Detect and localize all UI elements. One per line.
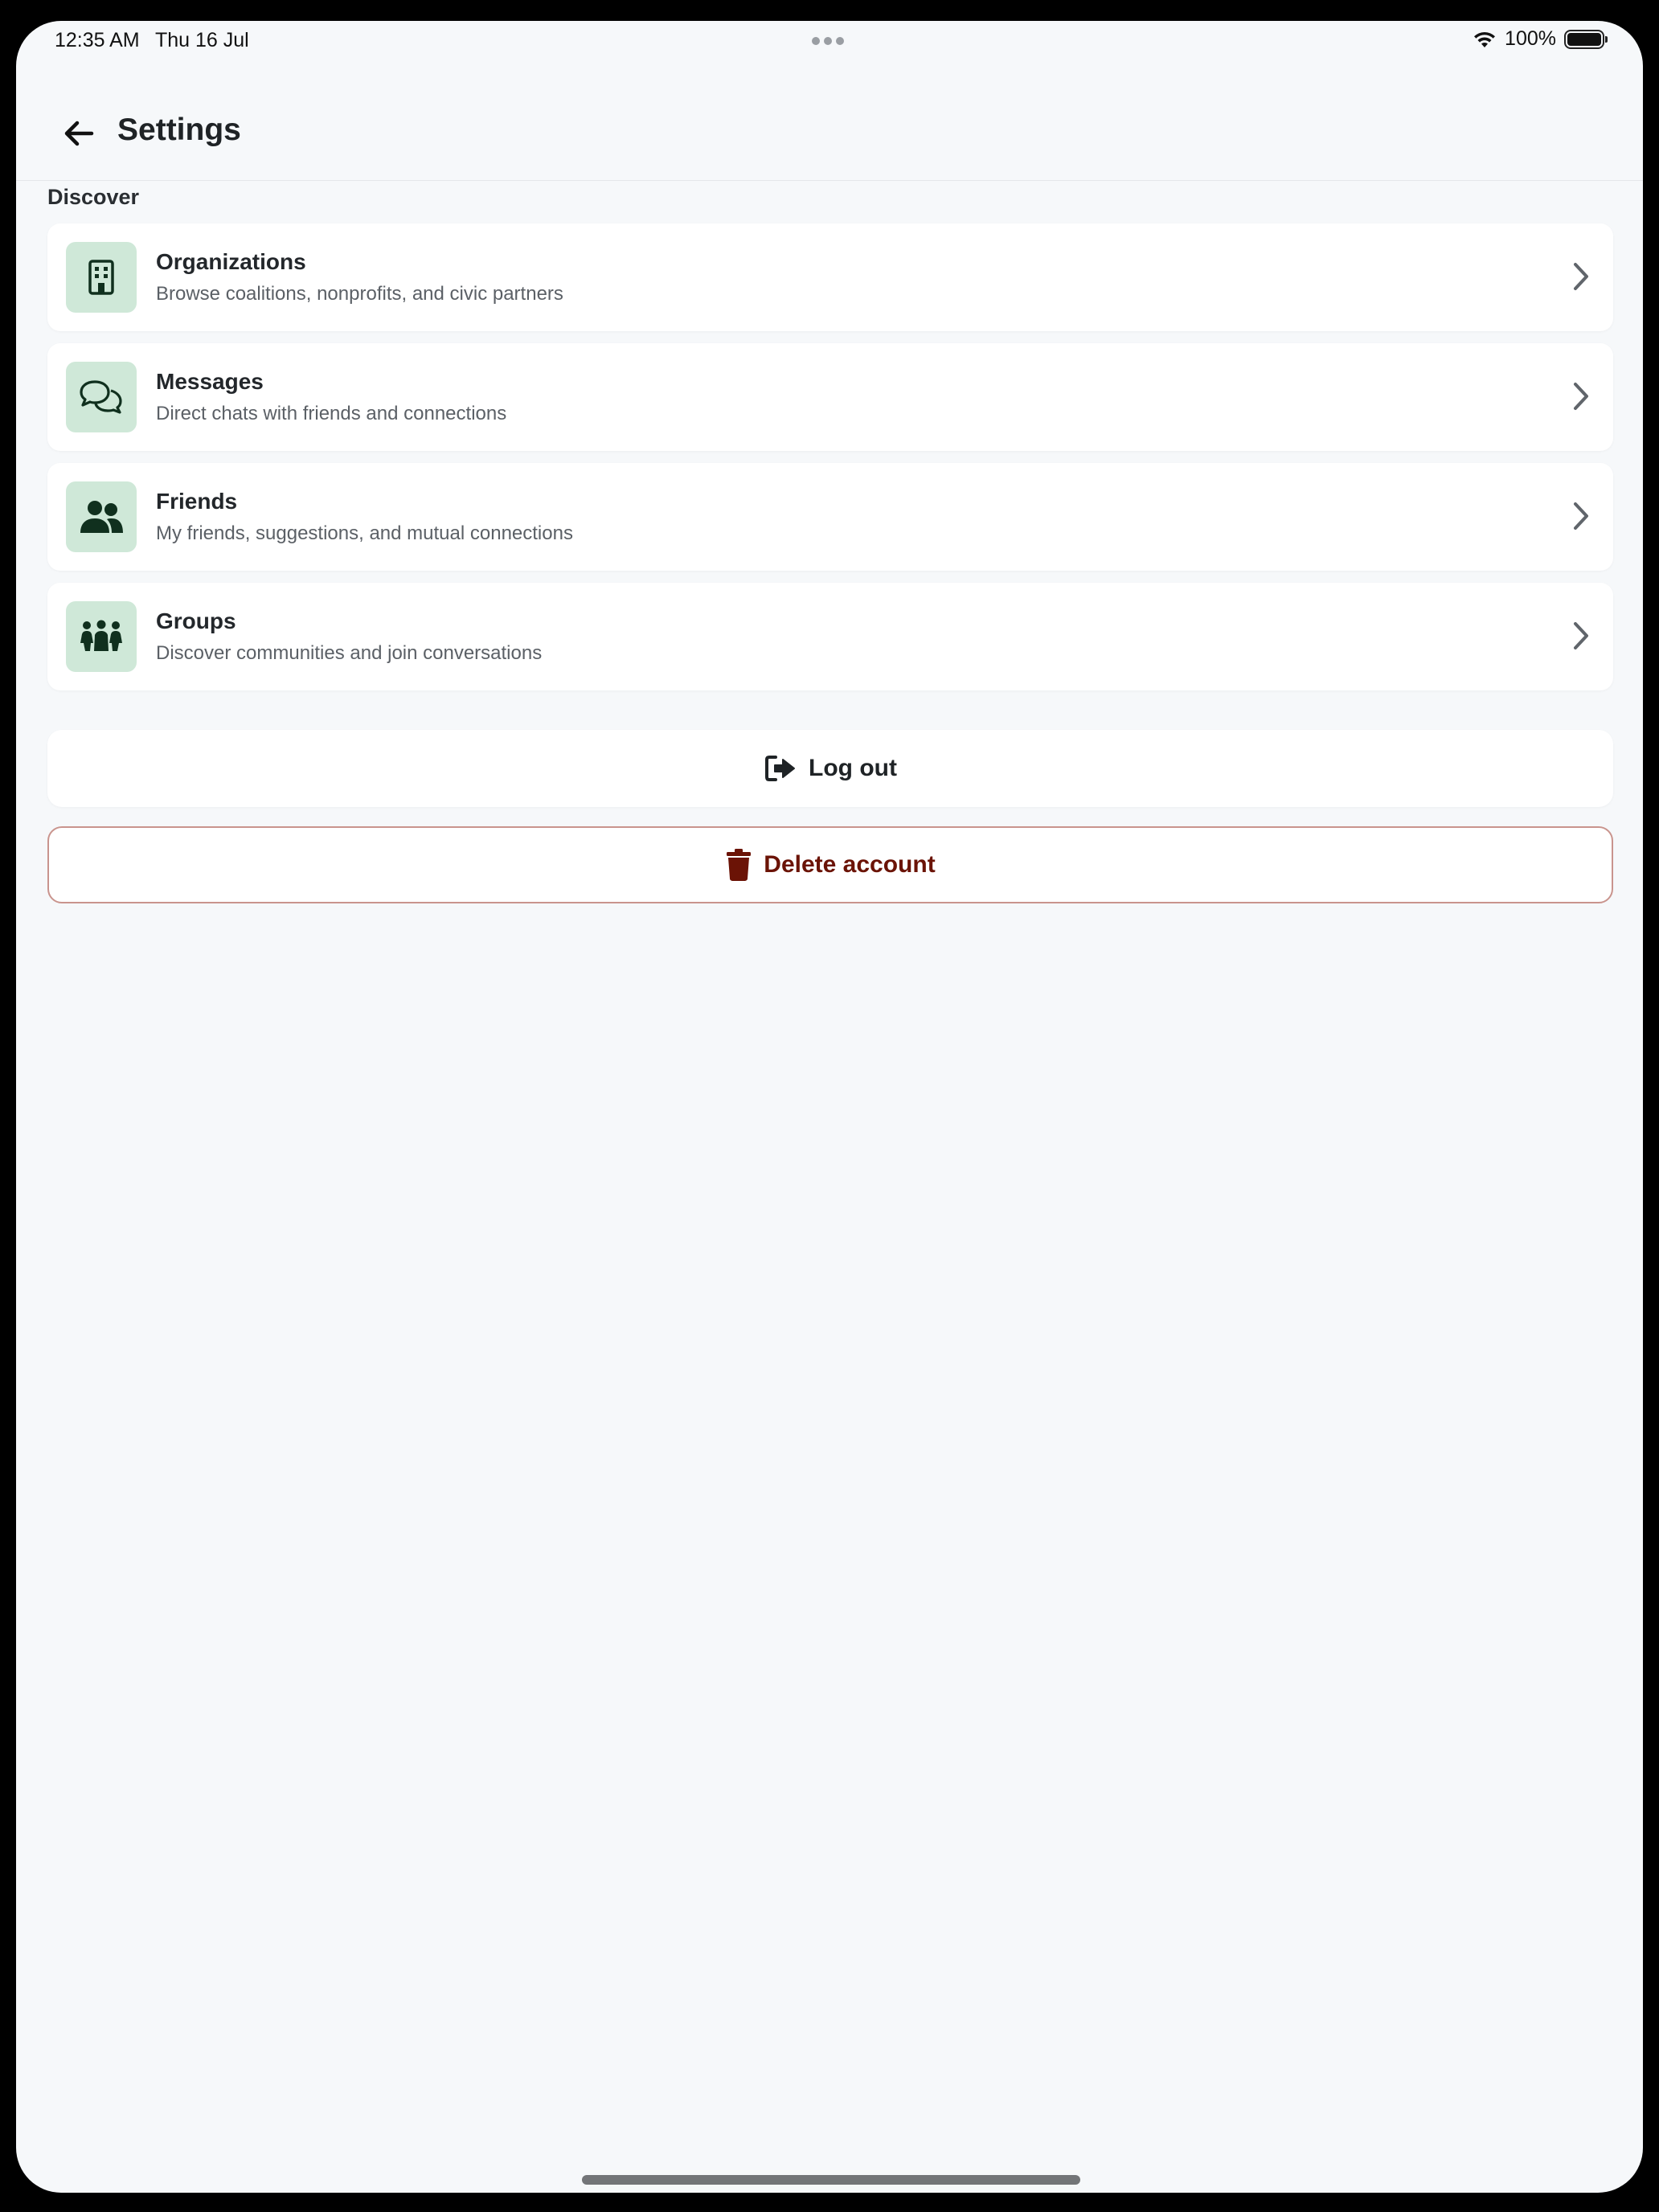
messages-title: Messages bbox=[156, 369, 264, 394]
sign-out-icon bbox=[765, 756, 796, 781]
friends-row[interactable]: Friends My friends, suggestions, and mut… bbox=[47, 463, 1613, 571]
groups-row[interactable]: Groups Discover communities and join con… bbox=[47, 583, 1613, 690]
section-heading: Discover bbox=[47, 185, 140, 209]
chevron-right-icon bbox=[1565, 379, 1597, 414]
organizations-row[interactable]: Organizations Browse coalitions, nonprof… bbox=[47, 223, 1613, 331]
trash-icon bbox=[727, 849, 752, 881]
top-app-bar: Settings bbox=[16, 69, 1643, 181]
wifi-icon bbox=[1474, 31, 1496, 47]
chevron-right-icon bbox=[1565, 498, 1597, 534]
logout-button[interactable]: Log out bbox=[47, 730, 1613, 807]
groups-title: Groups bbox=[156, 608, 236, 633]
people-group-icon bbox=[66, 601, 137, 672]
battery-percent: 100% bbox=[1505, 27, 1556, 50]
battery-icon bbox=[1564, 29, 1608, 49]
friends-title: Friends bbox=[156, 489, 238, 514]
groups-subtitle: Discover communities and join conversati… bbox=[156, 642, 543, 664]
user-friends-icon bbox=[66, 481, 137, 552]
chevron-right-icon bbox=[1565, 618, 1597, 653]
status-date: Thu 16 Jul bbox=[155, 29, 249, 51]
page-title: Settings bbox=[117, 113, 241, 147]
delete-account-label: Delete account bbox=[764, 851, 936, 878]
status-time: 12:35 AM bbox=[55, 29, 140, 51]
chat-bubbles-icon bbox=[66, 362, 137, 432]
app-screen: 12:35 AM Thu 16 Jul 100% Settings Discov… bbox=[16, 21, 1643, 2193]
home-indicator[interactable] bbox=[582, 2175, 1080, 2185]
organizations-subtitle: Browse coalitions, nonprofits, and civic… bbox=[156, 283, 563, 305]
status-indicators: 100% bbox=[1473, 27, 1608, 51]
chevron-right-icon bbox=[1565, 259, 1597, 294]
organizations-title: Organizations bbox=[156, 249, 306, 274]
friends-subtitle: My friends, suggestions, and mutual conn… bbox=[156, 522, 573, 544]
delete-account-button[interactable]: Delete account bbox=[47, 826, 1613, 903]
arrow-left-icon bbox=[64, 121, 94, 146]
discover-list: Organizations Browse coalitions, nonprof… bbox=[47, 223, 1613, 703]
multitasking-dots-icon[interactable] bbox=[812, 37, 844, 45]
back-button[interactable] bbox=[56, 111, 101, 156]
building-icon bbox=[66, 242, 137, 313]
logout-label: Log out bbox=[809, 755, 897, 781]
status-bar: 12:35 AM Thu 16 Jul 100% bbox=[16, 21, 1643, 69]
messages-subtitle: Direct chats with friends and connection… bbox=[156, 403, 507, 424]
messages-row[interactable]: Messages Direct chats with friends and c… bbox=[47, 343, 1613, 451]
